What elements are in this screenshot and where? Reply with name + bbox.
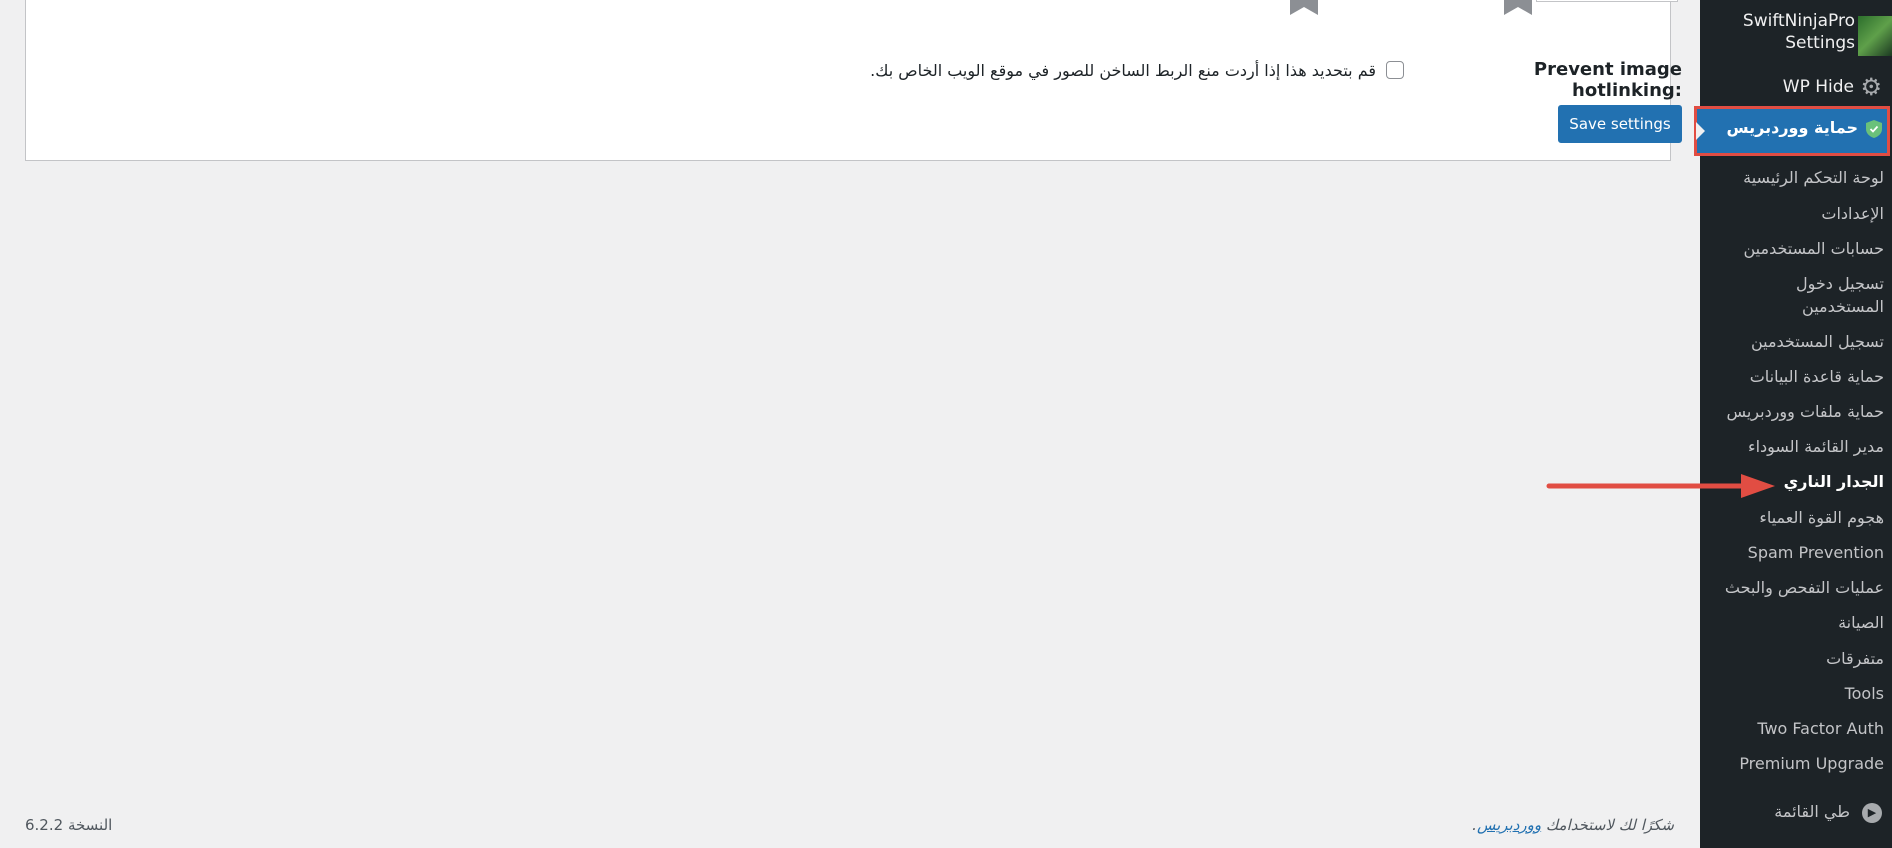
hotlinking-checkbox[interactable] xyxy=(1386,61,1404,79)
admin-sidebar: SwiftNinjaPro Settings ⚙ WP Hide حماية و… xyxy=(1694,0,1892,848)
menu-wordpress-security-label: حماية ووردبريس xyxy=(1726,118,1858,137)
submenu-item[interactable]: حماية ملفات ووردبريس xyxy=(1704,400,1884,423)
settings-panel: Prevent image hotlinking: قم بتحديد هذا … xyxy=(25,0,1682,161)
save-settings-button[interactable]: Save settings xyxy=(1558,105,1682,143)
wordpress-link[interactable]: ووردبريس xyxy=(1477,816,1541,834)
menu-wordpress-security[interactable]: حماية ووردبريس xyxy=(1694,106,1890,156)
submenu-item[interactable]: Premium Upgrade xyxy=(1704,752,1884,775)
submenu-item[interactable]: Two Factor Auth xyxy=(1704,717,1884,740)
submenu-item[interactable]: Spam Prevention xyxy=(1704,541,1884,564)
footer-thanks-text: شكرًا لك لاستخدامك xyxy=(1541,816,1674,834)
submenu-item[interactable]: Tools xyxy=(1704,682,1884,705)
ribbon-badge-icon xyxy=(1498,0,1538,19)
submenu-item[interactable]: تسجيل المستخدمين xyxy=(1704,330,1884,353)
collapse-menu-button[interactable]: ▶ طي القائمة xyxy=(1706,802,1886,824)
footer-version: النسخة 6.2.2 xyxy=(25,816,113,834)
submenu-item[interactable]: الإعدادات xyxy=(1704,202,1884,225)
hotlinking-description: قم بتحديد هذا إذا أردت منع الربط الساخن … xyxy=(870,61,1376,80)
ninja-thumbnail-icon xyxy=(1858,16,1892,56)
badge-card xyxy=(1536,0,1678,2)
submenu-item[interactable]: الصيانة xyxy=(1704,611,1884,634)
current-menu-pointer xyxy=(1696,122,1705,140)
submenu-item[interactable]: لوحة التحكم الرئيسية xyxy=(1704,166,1884,189)
shield-icon xyxy=(1866,120,1882,138)
submenu-item[interactable]: هجوم القوة العمياء xyxy=(1704,506,1884,529)
arrow-icon xyxy=(1546,474,1775,498)
submenu-item[interactable]: حسابات المستخدمين xyxy=(1704,237,1885,260)
submenu-item[interactable]: مدير القائمة السوداء xyxy=(1704,435,1884,458)
menu-swiftninjapro-line2: Settings xyxy=(1785,33,1855,53)
menu-wp-hide-label: WP Hide xyxy=(1782,77,1854,97)
submenu-item[interactable]: حماية قاعدة البيانات xyxy=(1704,365,1884,388)
gear-icon: ⚙ xyxy=(1860,73,1882,101)
ribbon-badge-icon xyxy=(1284,0,1324,19)
collapse-menu-label: طي القائمة xyxy=(1774,802,1850,821)
footer-thanks: شكرًا لك لاستخدامك ووردبريس. xyxy=(1300,816,1674,834)
submenu-item[interactable]: تسجيل دخول المستخدمين xyxy=(1774,272,1884,318)
menu-swiftninjapro-line1: SwiftNinjaPro xyxy=(1742,11,1855,31)
hotlinking-label: Prevent image hotlinking: xyxy=(1533,59,1682,101)
submenu-item[interactable]: عمليات التفحص والبحث xyxy=(1704,576,1884,599)
menu-swiftninjapro-label: SwiftNinjaPro Settings xyxy=(1743,10,1855,54)
submenu-item[interactable]: متفرقات xyxy=(1704,647,1884,670)
collapse-icon: ▶ xyxy=(1862,803,1882,823)
menu-swiftninjapro[interactable]: SwiftNinjaPro Settings xyxy=(1700,10,1892,58)
